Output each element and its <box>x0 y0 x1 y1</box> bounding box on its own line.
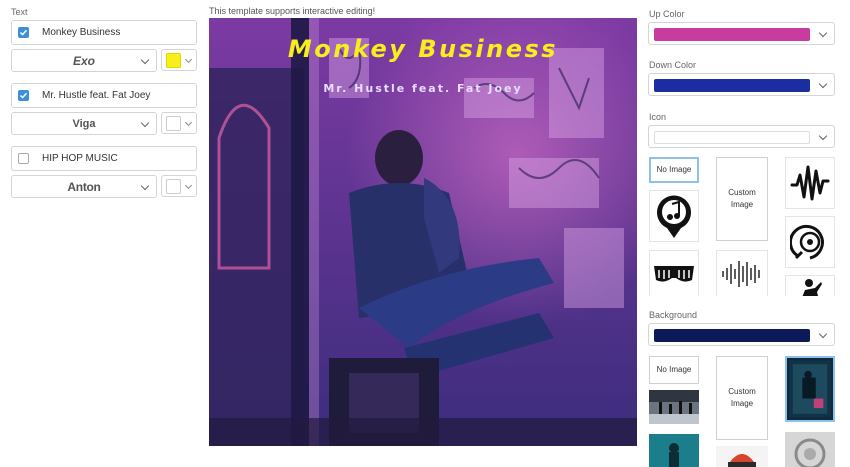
bg-no-image-tile[interactable]: No Image <box>649 356 699 384</box>
vinyl-record-icon <box>790 224 824 260</box>
icon-tile-sound-bars[interactable] <box>716 250 768 296</box>
color-select-1[interactable] <box>161 49 197 71</box>
up-color-label: Up Color <box>649 9 685 19</box>
waveform-icon <box>790 165 830 201</box>
chevron-down-icon <box>184 118 193 127</box>
font-select-3[interactable]: Anton <box>11 175 157 198</box>
icon-tile-waveform[interactable] <box>785 157 835 209</box>
font-select-2-value: Viga <box>72 117 96 130</box>
bg-thumb-street <box>649 390 699 424</box>
icon-grid: No Image Custom Image <box>648 154 840 296</box>
color-select-2[interactable] <box>161 112 197 134</box>
text-row-2[interactable]: Mr. Hustle feat. Fat Joey <box>11 83 197 108</box>
font-select-1-value: Exo <box>72 53 95 68</box>
text-row-3-checkbox[interactable] <box>18 153 29 164</box>
check-icon <box>19 29 28 36</box>
chevron-down-icon <box>140 118 150 128</box>
font-select-1[interactable]: Exo <box>11 49 157 72</box>
text-row-3[interactable]: HIP HOP MUSIC <box>11 146 197 171</box>
text-row-1[interactable]: Monkey Business <box>11 20 197 45</box>
shutter-glasses-icon <box>654 266 694 282</box>
bg-custom-image-label: Custom Image <box>728 387 756 408</box>
text-row-3-input[interactable]: HIP HOP MUSIC <box>42 153 118 164</box>
font-select-2[interactable]: Viga <box>11 112 157 135</box>
color-swatch-2 <box>166 116 181 131</box>
color-swatch-1 <box>166 53 181 68</box>
background-color-swatch <box>654 329 810 342</box>
background-color-select[interactable] <box>648 323 835 346</box>
bg-tile-street[interactable] <box>649 390 699 424</box>
icon-custom-image-label: Custom Image <box>728 188 756 209</box>
cover-title[interactable]: Monkey Business <box>209 35 637 63</box>
text-row-2-checkbox[interactable] <box>18 90 29 101</box>
icon-tile-dancer[interactable] <box>785 275 835 296</box>
icon-custom-image-tile[interactable]: Custom Image <box>716 157 768 241</box>
bg-tile-subway[interactable] <box>785 356 835 422</box>
icon-tile-music-pin[interactable] <box>649 190 699 242</box>
icon-select[interactable] <box>648 125 835 148</box>
chevron-down-icon <box>184 55 193 64</box>
chevron-down-icon <box>140 55 150 65</box>
chevron-down-icon <box>184 181 193 190</box>
down-color-select[interactable] <box>648 73 835 96</box>
sound-bars-icon <box>722 261 760 287</box>
text-row-2-input[interactable]: Mr. Hustle feat. Fat Joey <box>42 90 150 101</box>
icon-no-image-tile[interactable]: No Image <box>649 157 699 183</box>
chevron-down-icon <box>818 79 828 89</box>
bg-thumb-cap <box>716 446 768 467</box>
icon-tile-glasses[interactable] <box>649 250 699 296</box>
up-color-select[interactable] <box>648 22 835 45</box>
cover-preview[interactable]: Monkey Business Mr. Hustle feat. Fat Joe… <box>209 18 637 446</box>
cover-subtitle[interactable]: Mr. Hustle feat. Fat Joey <box>209 82 637 95</box>
text-row-1-input[interactable]: Monkey Business <box>42 27 120 38</box>
bg-tile-teal[interactable] <box>649 434 699 467</box>
background-label: Background <box>649 310 698 320</box>
font-select-3-value: Anton <box>67 179 101 194</box>
color-select-3[interactable] <box>161 175 197 197</box>
icon-tile-vinyl[interactable] <box>785 216 835 268</box>
icon-select-value <box>654 131 810 144</box>
bg-thumb-ring <box>785 432 835 467</box>
up-color-swatch <box>654 28 810 41</box>
down-color-swatch <box>654 79 810 92</box>
text-row-1-checkbox[interactable] <box>18 27 29 38</box>
bg-thumb-subway <box>789 360 831 418</box>
interactive-editing-notice: This template supports interactive editi… <box>209 6 376 16</box>
bg-thumb-teal <box>649 434 699 467</box>
chevron-down-icon <box>818 28 828 38</box>
chevron-down-icon <box>140 181 150 191</box>
text-section-label: Text <box>11 7 28 17</box>
dancer-icon <box>802 279 822 296</box>
chevron-down-icon <box>818 131 828 141</box>
chevron-down-icon <box>818 329 828 339</box>
down-color-label: Down Color <box>649 60 697 70</box>
check-icon <box>19 92 28 99</box>
bg-tile-cap[interactable] <box>716 446 768 467</box>
bg-tile-ring[interactable] <box>785 432 835 467</box>
bg-no-image-label: No Image <box>656 365 692 374</box>
icon-no-image-label: No Image <box>656 165 692 174</box>
background-grid: No Image Custom Image <box>648 354 840 467</box>
music-note-pin-icon <box>657 195 691 238</box>
bg-custom-image-tile[interactable]: Custom Image <box>716 356 768 440</box>
icon-label: Icon <box>649 112 667 122</box>
color-swatch-3 <box>166 179 181 194</box>
